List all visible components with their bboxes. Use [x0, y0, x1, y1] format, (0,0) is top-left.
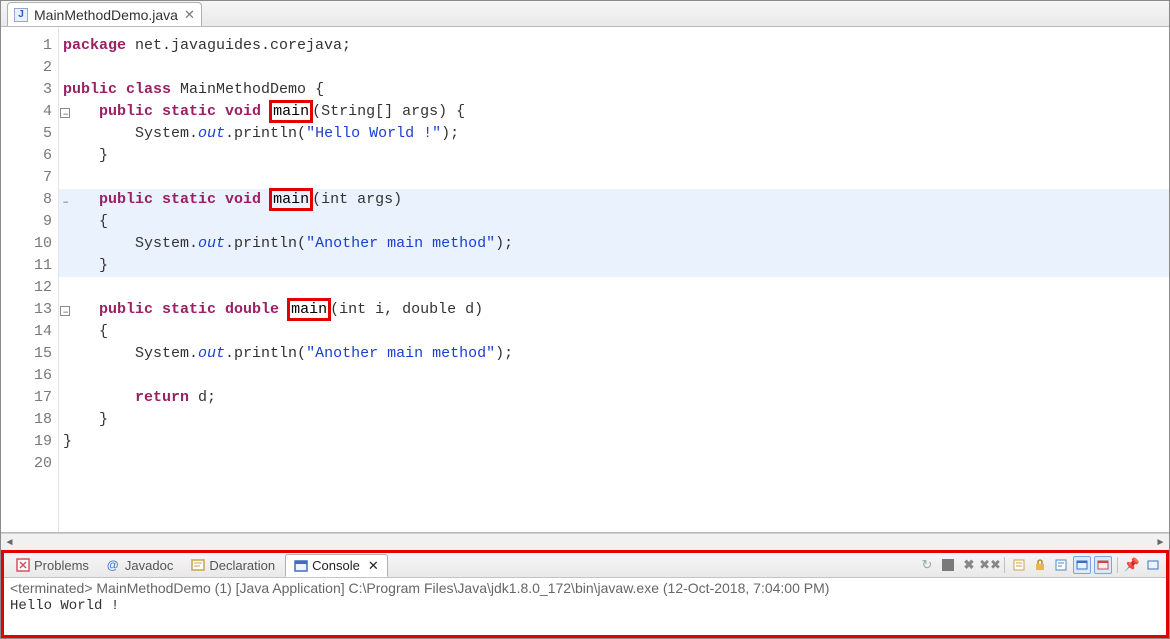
tab-label: Problems [34, 558, 89, 573]
show-on-error-icon[interactable] [1094, 556, 1112, 574]
tab-javadoc[interactable]: @ Javadoc [99, 554, 181, 577]
display-selected-console-icon[interactable] [1144, 556, 1162, 574]
code-line: return d; [59, 387, 1169, 409]
code-line: public class MainMethodDemo { [59, 79, 1169, 101]
line-number: 2 [19, 57, 58, 79]
line-number: 18 [19, 409, 58, 431]
code-line: } [59, 431, 1169, 453]
line-number: 6 [19, 145, 58, 167]
relaunch-icon[interactable]: ↻ [918, 556, 936, 574]
line-number: 9 [19, 211, 58, 233]
view-tab-bar: Problems @ Javadoc Declaration Console ✕ [4, 553, 1166, 578]
scroll-left-icon[interactable]: ◄ [1, 534, 18, 551]
line-number: 14 [19, 321, 58, 343]
editor-area: 1 2 3 4 5 6 7 8 9 10 11 12 13 14 15 16 1… [1, 27, 1169, 533]
close-icon[interactable]: ✕ [184, 7, 195, 23]
declaration-icon [191, 558, 205, 572]
separator [1004, 557, 1005, 573]
scroll-lock-icon[interactable] [1031, 556, 1049, 574]
stop-icon[interactable] [939, 556, 957, 574]
line-number: 20 [19, 453, 58, 475]
pin-console-icon[interactable]: 📌 [1123, 556, 1141, 574]
scroll-right-icon[interactable]: ► [1152, 534, 1169, 551]
line-number[interactable]: 4 [19, 101, 58, 123]
line-number: 11 [19, 255, 58, 277]
horizontal-scrollbar[interactable]: ◄ ► [1, 533, 1169, 550]
code-line: System.out.println("Another main method"… [59, 233, 1169, 255]
console-line: Hello World ! [10, 598, 1160, 614]
code-editor[interactable]: package net.javaguides.corejava; public … [59, 27, 1169, 532]
remove-launch-icon[interactable]: ✖ [960, 556, 978, 574]
highlight-box: main [269, 100, 313, 123]
tab-label: Console [312, 558, 360, 573]
remove-all-icon[interactable]: ✖✖ [981, 556, 999, 574]
java-file-icon: J [14, 8, 28, 22]
editor-tab-bar: J MainMethodDemo.java ✕ [1, 1, 1169, 27]
line-number: 12 [19, 277, 58, 299]
ide-window: J MainMethodDemo.java ✕ 1 2 3 4 5 6 7 8 … [0, 0, 1170, 639]
code-line [59, 167, 1169, 189]
code-line: public static double main(int i, double … [59, 299, 1169, 321]
code-line: System.out.println("Another main method"… [59, 343, 1169, 365]
line-number: 10 [19, 233, 58, 255]
highlight-box: main [287, 298, 331, 321]
code-line: package net.javaguides.corejava; [59, 35, 1169, 57]
console-output[interactable]: <terminated> MainMethodDemo (1) [Java Ap… [4, 578, 1166, 635]
line-number: 1 [19, 35, 58, 57]
tab-label: Javadoc [125, 558, 173, 573]
javadoc-icon: @ [107, 558, 121, 572]
console-toolbar: ↻ ✖ ✖✖ 📌 [918, 556, 1162, 574]
show-on-output-icon[interactable] [1073, 556, 1091, 574]
tab-declaration[interactable]: Declaration [183, 554, 283, 577]
editor-tab-filename: MainMethodDemo.java [34, 7, 178, 23]
code-line [59, 277, 1169, 299]
word-wrap-icon[interactable] [1052, 556, 1070, 574]
highlight-box: main [269, 188, 313, 211]
line-number: 15 [19, 343, 58, 365]
line-number: 5 [19, 123, 58, 145]
line-number: 19 [19, 431, 58, 453]
line-number: 17 [19, 387, 58, 409]
close-icon[interactable]: ✕ [368, 558, 379, 574]
code-line: public static void main(String[] args) { [59, 101, 1169, 123]
code-line: } [59, 255, 1169, 277]
code-line: { [59, 211, 1169, 233]
code-line [59, 365, 1169, 387]
code-line: public static void main(int args) [59, 189, 1169, 211]
tab-console[interactable]: Console ✕ [285, 554, 388, 577]
separator [1117, 557, 1118, 573]
code-line: { [59, 321, 1169, 343]
code-line [59, 57, 1169, 79]
line-number: 16 [19, 365, 58, 387]
tab-label: Declaration [209, 558, 275, 573]
line-number: 3 [19, 79, 58, 101]
tab-problems[interactable]: Problems [8, 554, 97, 577]
line-number[interactable]: 13 [19, 299, 58, 321]
line-number-gutter: 1 2 3 4 5 6 7 8 9 10 11 12 13 14 15 16 1… [19, 27, 59, 532]
bottom-panel: Problems @ Javadoc Declaration Console ✕ [1, 550, 1169, 638]
code-line: } [59, 145, 1169, 167]
marker-strip [1, 27, 19, 532]
console-icon [294, 559, 308, 573]
line-number[interactable]: 8 [19, 189, 58, 211]
line-number: 7 [19, 167, 58, 189]
problems-icon [16, 558, 30, 572]
clear-console-icon[interactable] [1010, 556, 1028, 574]
code-line: System.out.println("Hello World !"); [59, 123, 1169, 145]
console-header: <terminated> MainMethodDemo (1) [Java Ap… [10, 580, 1160, 596]
editor-tab[interactable]: J MainMethodDemo.java ✕ [7, 2, 202, 26]
code-line: } [59, 409, 1169, 431]
code-line [59, 453, 1169, 475]
